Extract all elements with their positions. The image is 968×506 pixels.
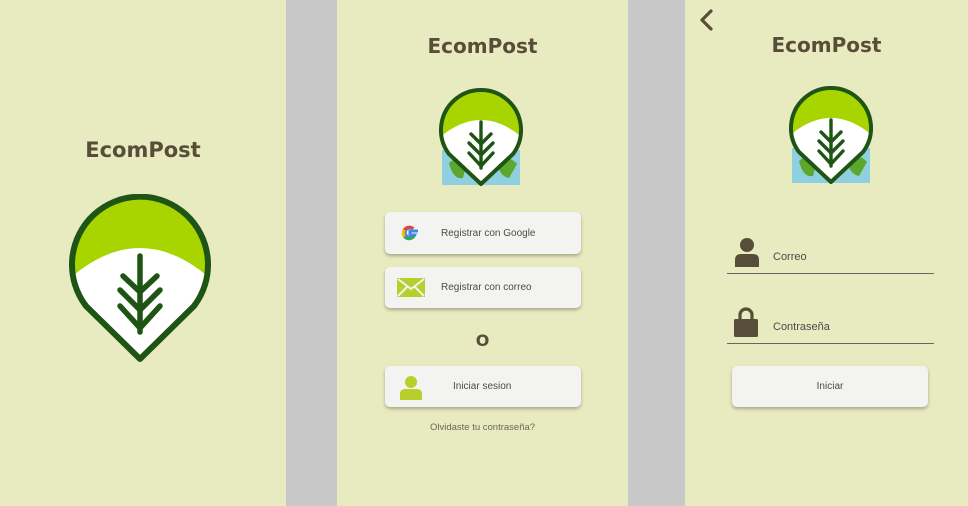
person-icon <box>735 238 759 267</box>
login-screen: EcomPost Correo Contraseña Iniciar <box>685 0 968 506</box>
register-google-label: Registrar con Google <box>441 227 536 239</box>
password-field[interactable]: Contraseña <box>727 305 934 344</box>
or-separator: O <box>475 331 490 350</box>
submit-login-button[interactable]: Iniciar <box>732 366 928 407</box>
user-icon <box>400 376 422 400</box>
login-button[interactable]: Iniciar sesion <box>385 366 581 407</box>
splash-screen: EcomPost <box>0 0 286 506</box>
logo-pin-map-icon <box>789 86 873 184</box>
chevron-left-icon[interactable] <box>697 8 717 34</box>
app-title: EcomPost <box>427 34 538 58</box>
lock-icon <box>734 307 758 337</box>
welcome-screen: EcomPost Registrar con Google Registrar … <box>337 0 628 506</box>
email-field[interactable]: Correo <box>727 235 934 274</box>
app-title: EcomPost <box>771 33 882 57</box>
login-label: Iniciar sesion <box>453 381 512 392</box>
register-email-label: Registrar con correo <box>441 282 532 293</box>
envelope-icon <box>397 278 425 297</box>
logo-pin-icon <box>69 194 211 362</box>
forgot-password-link[interactable]: Olvidaste tu contraseña? <box>337 422 628 433</box>
logo-pin-map-icon <box>439 88 523 186</box>
register-email-button[interactable]: Registrar con correo <box>385 267 581 308</box>
submit-login-label: Iniciar <box>816 381 844 392</box>
google-icon <box>401 225 418 241</box>
app-title: EcomPost <box>85 138 201 162</box>
register-google-button[interactable]: Registrar con Google <box>385 212 581 254</box>
email-field-label: Correo <box>773 251 807 263</box>
password-field-label: Contraseña <box>773 321 830 333</box>
